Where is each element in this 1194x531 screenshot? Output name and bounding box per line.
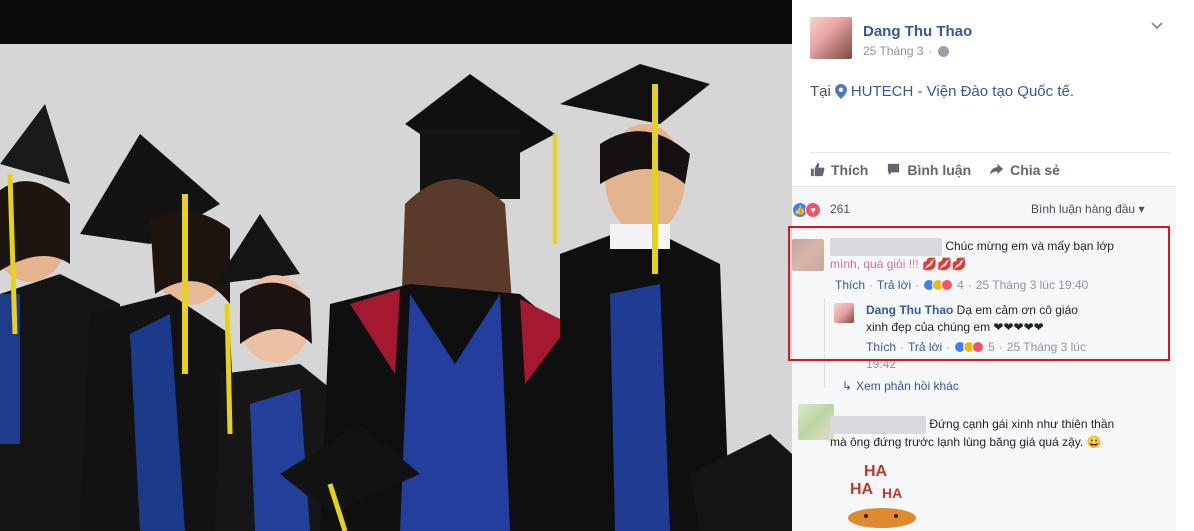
photo-viewer[interactable] [0,0,792,531]
caret-down-icon: ▾ [1138,202,1145,216]
share-label: Chia sẻ [1010,161,1060,178]
comment-1-time[interactable]: 25 Tháng 3 lúc 19:40 [976,278,1089,292]
graduation-photo [0,44,792,531]
reply-author-name[interactable]: Dang Thu Thao [866,303,953,317]
reply-1-actions: Thích · Trả lời · 5 · 25 Tháng 3 lúc [866,340,1086,354]
sticker-text: HA [864,463,888,480]
love-reaction-icon: ♥ [805,202,821,218]
reply-1-time[interactable]: 25 Tháng 3 lúc [1007,340,1086,354]
reply-1-time-line2: 19:42 [866,357,897,371]
dot-separator: · [915,278,920,292]
reply-author-avatar[interactable] [834,303,854,323]
reply-text-line2: xinh đẹp của chúng em ❤❤❤❤❤ [866,320,1044,334]
thumbs-up-icon [810,162,825,177]
dot-separator: · [900,340,905,354]
post-photo[interactable] [0,44,792,531]
post-panel: Dang Thu Thao 25 Tháng 3 · Tại HUTECH - … [792,0,1194,531]
reactions-bar: 👍 ♥ 261 Bình luận hàng đầu ▾ [792,186,1176,230]
dot-separator: · [967,278,972,292]
comment-icon [888,163,900,176]
reply-1-reply-link[interactable]: Trả lời [908,340,942,354]
post-meta: 25 Tháng 3 · [863,44,949,58]
chevron-down-icon[interactable] [1150,20,1164,34]
dot-separator: · [869,278,874,292]
commenter-2-avatar[interactable] [798,404,834,440]
map-pin-icon [834,84,847,99]
comment-sort-label: Bình luận hàng đầu [1031,202,1136,216]
comment-1-text-line2: mình, quá giỏi !!! 💋💋💋 [830,257,967,271]
reply-1-reaction-count[interactable]: 5 [988,340,995,354]
reply-thread-line [824,298,825,388]
reply-arrow-icon: ↳ [842,379,853,393]
comment-1-reaction-icons[interactable] [923,279,954,291]
comment-1-like-link[interactable]: Thích [835,278,865,292]
globe-icon[interactable] [937,45,949,57]
reply-text-line1: Dạ em cảm ơn cô giáo [956,303,1078,317]
comment-2-text-line2: mà ông đứng trước lạnh lùng băng giá quá… [830,435,1102,449]
reply-1: Dang Thu Thao Dạ em cảm ơn cô giáo xinh … [866,302,1156,336]
commenter-2-name-redacted [830,416,926,434]
author-name[interactable]: Dang Thu Thao [863,23,972,40]
post-action-bar: Thích Bình luận Chia sẻ [810,152,1170,186]
dot-separator: · [928,44,933,58]
commenter-avatar[interactable] [792,239,824,271]
comment-label: Bình luận [907,161,972,178]
comment-1: Chúc mừng em và mấy bạn lớp mình, quá gi… [830,238,1160,273]
location-prefix: Tại [810,83,831,100]
reply-1-like-link[interactable]: Thích [866,340,896,354]
sticker-text-2: HA [850,481,874,498]
commenter-name-redacted [830,238,942,256]
view-more-replies[interactable]: ↳ Xem phản hồi khác [842,379,959,393]
author-avatar[interactable] [810,17,852,59]
location-link[interactable]: HUTECH - Viện Đào tạo Quốc tế. [851,83,1074,100]
comment-1-reply-link[interactable]: Trả lời [877,278,911,292]
dot-separator: · [946,340,951,354]
like-label: Thích [831,161,869,178]
comment-button[interactable]: Bình luận [886,162,971,178]
post-date[interactable]: 25 Tháng 3 [863,44,924,58]
comment-1-actions: Thích · Trả lời · 4 · 25 Tháng 3 lúc 19:… [835,278,1088,292]
dot-separator: · [998,340,1003,354]
post-location: Tại HUTECH - Viện Đào tạo Quốc tế. [810,83,1074,100]
comments-section: Chúc mừng em và mấy bạn lớp mình, quá gi… [792,230,1176,531]
comment-1-text-line1: Chúc mừng em và mấy bạn lớp [945,239,1114,254]
haha-sticker[interactable]: HA HA HA [846,458,916,528]
share-arrow-icon [990,163,1004,176]
comment-2-text-line1: Đứng cạnh gái xinh như thiên thần [929,417,1115,432]
reply-1-time-wrap: 19:42 [866,357,896,371]
comment-2: Đứng cạnh gái xinh như thiên thần mà ông… [830,416,1160,451]
reply-1-reaction-icons[interactable] [954,341,985,353]
reaction-icons[interactable]: 👍 ♥ [792,202,821,218]
reaction-count[interactable]: 261 [830,202,850,216]
comment-1-reaction-count[interactable]: 4 [957,278,964,292]
view-more-replies-label: Xem phản hồi khác [856,379,959,393]
like-button[interactable]: Thích [810,162,868,178]
comment-sort-dropdown[interactable]: Bình luận hàng đầu ▾ [1031,202,1144,216]
share-button[interactable]: Chia sẻ [989,162,1060,178]
sticker-text-3: HA [882,485,902,501]
